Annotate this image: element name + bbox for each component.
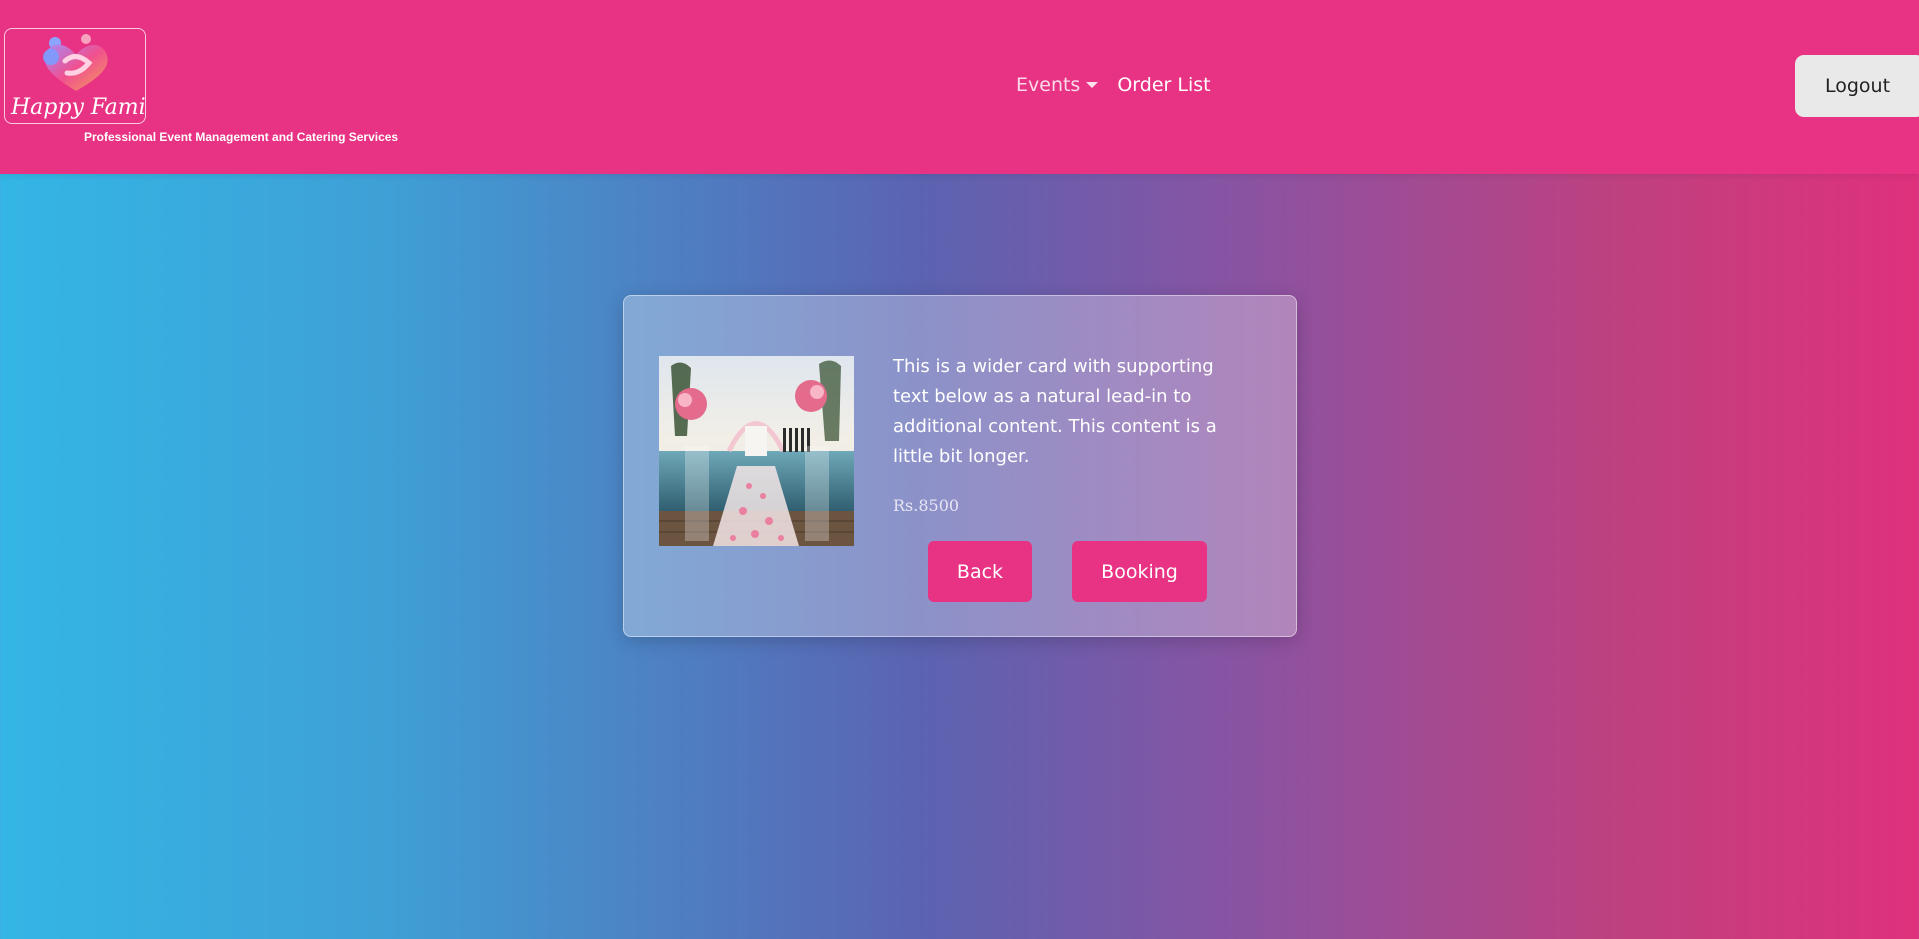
booking-button[interactable]: Booking [1072, 541, 1207, 602]
logout-button[interactable]: Logout [1795, 55, 1919, 117]
nav-order-list[interactable]: Order List [1117, 74, 1210, 96]
logo-text: Happy Family [11, 95, 146, 120]
nav-events-dropdown[interactable]: Events [1016, 74, 1099, 96]
event-card: This is a wider card with supporting tex… [623, 295, 1297, 637]
nav-events-label: Events [1016, 74, 1081, 96]
event-image [659, 356, 854, 546]
tagline: Professional Event Management and Cateri… [84, 130, 399, 144]
main-nav: Events Order List [1016, 74, 1211, 96]
logo[interactable]: Happy Family [4, 28, 146, 124]
event-price: Rs.8500 [893, 496, 960, 515]
event-description: This is a wider card with supporting tex… [893, 356, 1217, 467]
back-button[interactable]: Back [928, 541, 1032, 602]
top-navbar: Happy Family Professional Event Manageme… [0, 0, 1919, 174]
caret-down-icon [1086, 82, 1099, 88]
